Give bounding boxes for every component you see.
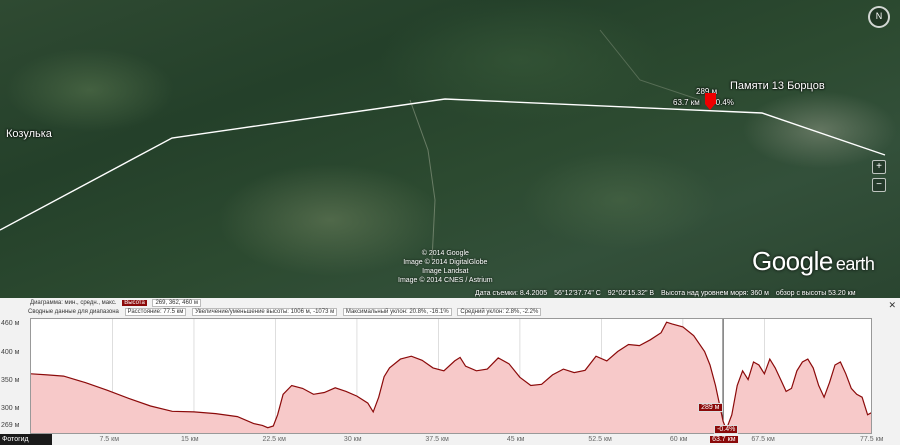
eye-altitude: обзор с высоты 53.20 км bbox=[775, 290, 856, 297]
elevation-chart-svg bbox=[31, 319, 871, 433]
elevation-stats-value: 269, 362, 460 м bbox=[152, 299, 201, 307]
x-tick: 30 км bbox=[343, 436, 362, 443]
x-tick: 7.5 км bbox=[99, 436, 120, 443]
road-2 bbox=[599, 29, 701, 101]
logo-sub: earth bbox=[835, 254, 875, 274]
y-tick: 460 м bbox=[1, 320, 20, 327]
chart-stats-label: Диаграмма: мин., средн., макс. bbox=[30, 300, 117, 306]
x-tick: 67.5 км bbox=[751, 436, 775, 443]
y-tick: 300 м bbox=[1, 405, 20, 412]
profile-toolbar: Диаграмма: мин., средн., макс. Высота 26… bbox=[0, 298, 900, 318]
position-marker[interactable] bbox=[705, 93, 716, 110]
y-tick: 400 м bbox=[1, 349, 20, 356]
capture-date: Дата съемки: 8.4.2005 bbox=[475, 290, 548, 297]
x-tick: 60 км bbox=[669, 436, 688, 443]
elevation-key-dropdown[interactable]: Высота bbox=[122, 300, 147, 306]
compass-icon[interactable]: N bbox=[868, 6, 890, 28]
range-summary-row: Сводные данные для диапазона Расстояние:… bbox=[28, 308, 545, 316]
x-tick: 37.5 км bbox=[425, 436, 449, 443]
avg-slope-value: Средний уклон: 2.8%, -2.2% bbox=[457, 308, 542, 316]
photo-guide-button[interactable]: Фотогид bbox=[0, 434, 52, 445]
x-tick: 45 км bbox=[506, 436, 525, 443]
marker-distance: 63.7 км bbox=[673, 98, 700, 107]
map-view[interactable]: Козулька Памяти 13 Борцов 289 м 63.7 км … bbox=[0, 0, 900, 298]
range-summary-label: Сводные данные для диапазона bbox=[28, 309, 119, 315]
y-tick: 350 м bbox=[1, 377, 20, 384]
elevation-chart[interactable] bbox=[30, 318, 872, 434]
x-tick: 15 км bbox=[180, 436, 199, 443]
elevation-profile-panel: ✕ Диаграмма: мин., средн., макс. Высота … bbox=[0, 298, 900, 445]
x-tick: 52.5 км bbox=[588, 436, 612, 443]
x-tick: 77.5 км bbox=[860, 436, 884, 443]
elevation-area bbox=[31, 322, 871, 433]
chart-marker-slope: -0.4% bbox=[714, 425, 739, 434]
marker-slope: -0.4% bbox=[713, 98, 734, 107]
x-tick: 22.5 км bbox=[262, 436, 286, 443]
elevation-gain-value: Увеличение/уменьшение высоты: 1006 м, -1… bbox=[192, 308, 338, 316]
ground-elevation: Высота над уровнем моря: 360 м bbox=[661, 290, 769, 297]
zoom-in-button[interactable]: + bbox=[872, 160, 886, 174]
imagery-credits: © 2014 Google Image © 2014 DigitalGlobe … bbox=[398, 249, 493, 285]
credit-line: Image © 2014 DigitalGlobe bbox=[403, 259, 488, 266]
place-kozulka[interactable]: Козулька bbox=[6, 128, 52, 140]
place-pamyati-13-bortsov[interactable]: Памяти 13 Борцов bbox=[730, 80, 825, 92]
longitude: 92°02'15.32" В bbox=[607, 290, 655, 297]
credit-line: Image Landsat bbox=[422, 268, 469, 275]
chart-marker-elevation: 289 м bbox=[698, 403, 723, 412]
map-status-bar: Дата съемки: 8.4.2005 56°12'37.74" С 92°… bbox=[475, 290, 861, 297]
route-path bbox=[0, 98, 886, 231]
y-tick: 269 м bbox=[1, 422, 20, 429]
profile-stats-row: Диаграмма: мин., средн., макс. Высота 26… bbox=[30, 299, 205, 307]
logo-main: Google bbox=[752, 246, 833, 276]
latitude: 56°12'37.74" С bbox=[554, 290, 601, 297]
google-earth-logo: Google earth bbox=[752, 246, 875, 277]
max-slope-value: Максимальный уклон: 20.8%, -16.1% bbox=[342, 308, 452, 316]
credit-line: Image © 2014 CNES / Astrium bbox=[398, 277, 493, 284]
x-tick: 63.7 км bbox=[710, 436, 738, 443]
compass-north-label: N bbox=[875, 11, 883, 21]
zoom-out-button[interactable]: − bbox=[872, 178, 886, 192]
credit-line: © 2014 Google bbox=[421, 250, 469, 257]
road-1 bbox=[409, 99, 436, 261]
distance-value: Расстояние: 77.5 км bbox=[124, 308, 187, 316]
